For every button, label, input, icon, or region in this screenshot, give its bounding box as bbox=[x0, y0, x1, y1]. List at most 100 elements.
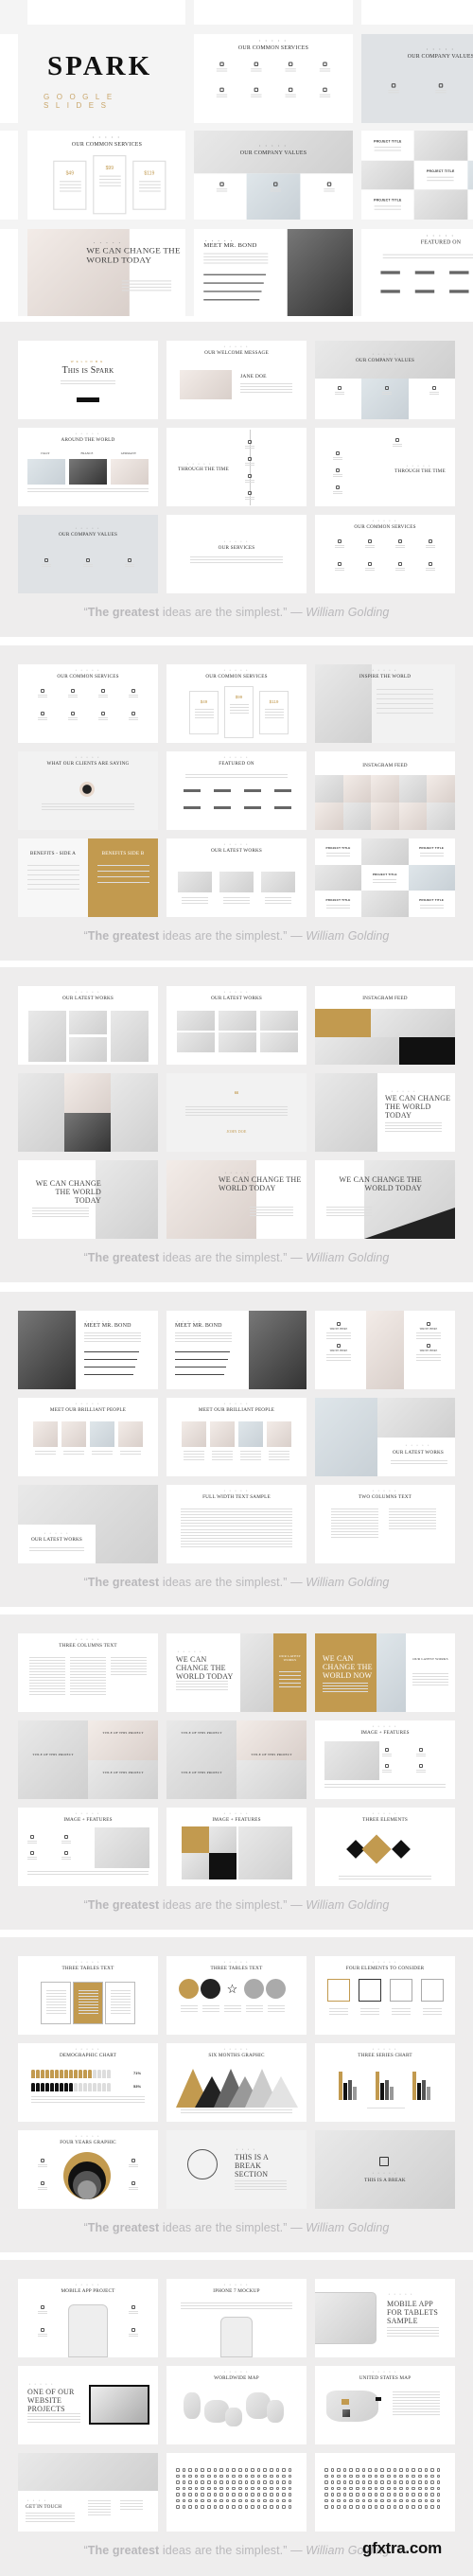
slide-thumbnail[interactable]: Title of this Project Title of this Proje… bbox=[18, 1720, 158, 1799]
slide-thumbnail[interactable]: • • • • • Image + Features bbox=[315, 1720, 455, 1799]
text-placeholder-line bbox=[88, 2503, 111, 2504]
slide-thumbnail[interactable]: • • • • • Meet Mr. Bond bbox=[18, 1311, 158, 1389]
slide-thumbnail[interactable] bbox=[18, 1073, 158, 1152]
slide-thumbnail[interactable]: • • • • • Our Welcome Message Jane Doe bbox=[166, 341, 307, 419]
slide-thumbnail[interactable]: • • • • • Our Common Services bbox=[18, 664, 158, 743]
stars-ornament: • • • • • bbox=[223, 539, 250, 543]
clipped-slide-thumbnail[interactable] bbox=[27, 0, 185, 25]
slide-thumbnail[interactable]: • • • • • Mobile App Project bbox=[18, 2279, 158, 2357]
price: $49 bbox=[65, 169, 75, 176]
city-photo bbox=[27, 459, 65, 485]
slide-thumbnail[interactable]: • • • • • Our Latest Works bbox=[166, 838, 307, 917]
slide-thumbnail[interactable]: • • • • • iPhone 7 Mockup bbox=[166, 2279, 307, 2357]
slide-thumbnail[interactable]: • • • • • Featured On bbox=[166, 751, 307, 830]
get-started-button[interactable] bbox=[77, 397, 99, 402]
slide-thumbnail[interactable]: • • • • • Image + Features bbox=[166, 1808, 307, 1886]
slide-thumbnail[interactable]: • • • • • Our Latest Works bbox=[166, 986, 307, 1065]
slide-thumbnail[interactable]: • • • • • Our Company Values bbox=[194, 131, 353, 220]
slide-thumbnail[interactable]: • • • • • Three Series Chart bbox=[315, 2043, 455, 2122]
text-placeholder-line bbox=[382, 254, 473, 256]
slide-thumbnail[interactable]: • • • • • We can Change The World Today bbox=[166, 1160, 307, 1239]
slide-thumbnail[interactable]: • • • • • Four Elements to Consider bbox=[315, 1956, 455, 2035]
slide-thumbnail[interactable]: • • • • • Our Services bbox=[166, 515, 307, 593]
slide-thumbnail[interactable]: • • • • • Our Company Values bbox=[315, 341, 455, 419]
slide-thumbnail[interactable]: We can Change The World Today bbox=[315, 1160, 455, 1239]
slide-thumbnail[interactable]: Benefits - Side A Benefits Side B bbox=[18, 838, 158, 917]
stars-ornament: • • • • • bbox=[75, 526, 101, 530]
slide-thumbnail[interactable]: “ John Doe bbox=[166, 1073, 307, 1152]
series-bar bbox=[339, 2072, 342, 2100]
slide-thumbnail[interactable]: Project Title Project Title Project Title P… bbox=[315, 838, 455, 917]
slide-thumbnail[interactable]: • • • • • United States Map bbox=[315, 2366, 455, 2444]
slide-thumbnail[interactable]: • • • • • Our Latest Works bbox=[18, 986, 158, 1065]
text-placeholder-line bbox=[240, 389, 292, 390]
slide-thumbnail[interactable]: • • • • • Our Company Values bbox=[361, 34, 473, 123]
slide-thumbnail[interactable]: We can Change The World Now Our Latest Wo… bbox=[315, 1633, 455, 1712]
slide-thumbnail[interactable]: Project Title Project Title Project Title P… bbox=[361, 131, 473, 220]
pricing-card: $49 bbox=[189, 691, 219, 734]
text-placeholder-line bbox=[97, 882, 149, 883]
slide-thumbnail[interactable]: • • • • • Full Width Text Sample bbox=[166, 1485, 307, 1563]
text-placeholder-line bbox=[382, 394, 392, 395]
slide-thumbnail[interactable]: We can Change The World Today bbox=[18, 1160, 158, 1239]
series-bar bbox=[385, 2080, 389, 2100]
slide-thumbnail[interactable]: Write Here Write Here Write Here Write Here bbox=[315, 1311, 455, 1389]
slide-thumbnail[interactable]: • • • • • Image + Features bbox=[18, 1808, 158, 1886]
slide-thumbnail[interactable]: • • • • • This is a Break bbox=[315, 2130, 455, 2209]
slide-thumbnail[interactable]: • • • • • Our Common Services $49 $99 $119 bbox=[166, 664, 307, 743]
clipped-slide-thumbnail[interactable] bbox=[0, 34, 18, 123]
slide-thumbnail[interactable]: • • • • • One of our Website Projects bbox=[18, 2366, 158, 2444]
slide-thumbnail[interactable]: • • • • • Our Latest Works bbox=[315, 1398, 455, 1476]
slide-thumbnail[interactable]: • • • • • Six Months Graphic bbox=[166, 2043, 307, 2122]
slide-thumbnail[interactable]: • • • • • Our Company Values bbox=[18, 515, 158, 593]
slide-thumbnail[interactable]: WELCOME This is Spark bbox=[18, 341, 158, 419]
text-placeholder-line bbox=[382, 256, 473, 259]
slide-thumbnail[interactable]: • • • • • Three Tables Text ☆ bbox=[166, 1956, 307, 2035]
clipped-slide-thumbnail[interactable] bbox=[0, 229, 18, 316]
slide-thumbnail[interactable]: • • • • • Three Columns Text bbox=[18, 1633, 158, 1712]
text-placeholder-line bbox=[331, 1528, 378, 1529]
slide-thumbnail[interactable]: • • • • • We can Change The World Today bbox=[27, 229, 185, 316]
slide-thumbnail[interactable]: • • • • • Our Latest Works bbox=[18, 1485, 158, 1563]
feature-icon bbox=[64, 1835, 68, 1839]
icon-glyph bbox=[207, 2505, 211, 2509]
slide-thumbnail[interactable]: • • • • • Meet Mr. Bond bbox=[166, 1311, 307, 1389]
slide-thumbnail[interactable]: • • • • • Three Elements bbox=[315, 1808, 455, 1886]
slide-thumbnail[interactable]: • • • • • Inspire the World bbox=[315, 664, 455, 743]
slide-thumbnail[interactable] bbox=[166, 2453, 307, 2532]
text-placeholder-line bbox=[393, 2394, 440, 2395]
slide-thumbnail[interactable]: Instagram Feed bbox=[315, 986, 455, 1065]
slide-thumbnail[interactable]: • • • • • Our Common Services bbox=[315, 515, 455, 593]
slide-thumbnail[interactable]: Instagram Feed bbox=[315, 751, 455, 830]
slide-thumbnail[interactable]: • • • • • Around the World Italy France Germ… bbox=[18, 428, 158, 506]
slide-thumbnail[interactable]: • • • • • Worldwide Map bbox=[166, 2366, 307, 2444]
slide-thumbnail[interactable]: • • • • • Meet our Brilliant People bbox=[166, 1398, 307, 1476]
clipped-slide-thumbnail[interactable] bbox=[194, 0, 353, 25]
slide-thumbnail[interactable]: • • • • • What our Clients are Saying bbox=[18, 751, 158, 830]
slide-thumbnail[interactable]: • • • • • Demographic Chart 71% 53% bbox=[18, 2043, 158, 2122]
shopping-bag-icon bbox=[379, 2157, 389, 2166]
slide-thumbnail[interactable]: • • • • • Our Common Services bbox=[194, 34, 353, 123]
clipped-slide-thumbnail[interactable] bbox=[361, 0, 473, 25]
clipped-slide-thumbnail[interactable] bbox=[0, 131, 18, 220]
slide-thumbnail[interactable]: • • • • • Featured On bbox=[361, 229, 473, 316]
slide-thumbnail[interactable]: • • • • • Through the Time bbox=[315, 428, 455, 506]
icon-glyph bbox=[436, 2505, 441, 2509]
slide-thumbnail[interactable]: • • • • • Four Years Graphic bbox=[18, 2130, 158, 2209]
text-placeholder-line bbox=[88, 2500, 111, 2501]
slide-thumbnail[interactable]: • • • • • Get in Touch bbox=[18, 2453, 158, 2532]
slide-thumbnail[interactable]: • • • • • We can Change The World Today Ou… bbox=[166, 1633, 307, 1712]
slide-thumbnail[interactable]: • • • • • We can Change The World Today bbox=[315, 1073, 455, 1152]
slide-thumbnail[interactable]: • • • • • Meet Mr. Bond bbox=[194, 229, 353, 316]
slide-thumbnail[interactable]: • • • • • Mobile App for Tablets Sample bbox=[315, 2279, 455, 2357]
slide-title: Our Common Services bbox=[354, 524, 416, 530]
slide-thumbnail[interactable]: • • • • • Through the Time bbox=[166, 428, 307, 506]
slide-thumbnail[interactable]: • • • • • Three Tables Text bbox=[18, 1956, 158, 2035]
slide-thumbnail[interactable]: • • • • • Our Common Services $49 $99 $119 bbox=[27, 131, 185, 220]
slide-thumbnail[interactable]: • • • • • Meet our Brilliant People bbox=[18, 1398, 158, 1476]
slide-thumbnail[interactable] bbox=[315, 2453, 455, 2532]
slide-thumbnail[interactable]: • • • • • This is a Break Section bbox=[166, 2130, 307, 2209]
text-placeholder-line bbox=[31, 2099, 145, 2100]
slide-thumbnail[interactable]: Title of this Project Title of this Proje… bbox=[166, 1720, 307, 1799]
slide-thumbnail[interactable]: • • • • • Two Columns Text bbox=[315, 1485, 455, 1563]
